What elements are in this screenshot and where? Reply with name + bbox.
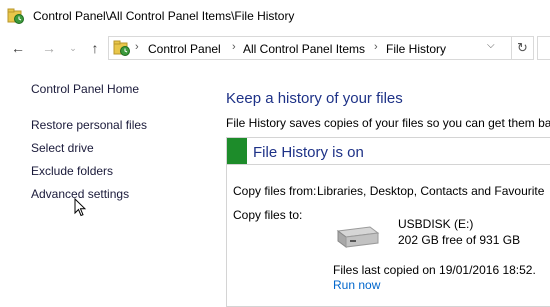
status-header: File History is on xyxy=(227,138,550,165)
search-input[interactable] xyxy=(537,36,550,60)
run-now-link[interactable]: Run now xyxy=(333,278,380,292)
breadcrumb-chevron-icon[interactable]: › xyxy=(232,41,236,53)
file-history-app-icon xyxy=(7,8,24,24)
refresh-icon[interactable]: ↻ xyxy=(512,36,534,60)
breadcrumb-all-items[interactable]: All Control Panel Items xyxy=(243,42,365,56)
breadcrumb-chevron-icon[interactable]: › xyxy=(374,41,378,53)
status-panel: File History is on Copy files from: Libr… xyxy=(226,137,550,307)
last-copied-text: Files last copied on 19/01/2016 18:52. xyxy=(333,263,536,277)
copy-from-label: Copy files from: xyxy=(233,184,317,198)
window-title: Control Panel\All Control Panel Items\Fi… xyxy=(33,9,295,23)
exclude-folders-link[interactable]: Exclude folders xyxy=(31,164,113,178)
page-heading: Keep a history of your files xyxy=(226,90,403,107)
control-panel-home-link[interactable]: Control Panel Home xyxy=(31,82,139,96)
drive-name: USBDISK (E:) xyxy=(398,217,474,231)
back-arrow-icon[interactable]: ← xyxy=(9,39,27,57)
address-bar[interactable]: › Control Panel › All Control Panel Item… xyxy=(108,36,512,60)
restore-personal-files-link[interactable]: Restore personal files xyxy=(31,118,147,132)
status-title: File History is on xyxy=(253,144,364,161)
page-description: File History saves copies of your files … xyxy=(226,116,550,130)
navigation-bar: ← → ⌄ ↑ › Control Panel › All Control Pa… xyxy=(0,33,550,63)
breadcrumb-file-history[interactable]: File History xyxy=(386,42,446,56)
recent-dropdown-icon[interactable]: ⌄ xyxy=(64,39,82,57)
forward-arrow-icon[interactable]: → xyxy=(40,39,58,57)
copy-from-value: Libraries, Desktop, Contacts and Favouri… xyxy=(317,184,545,198)
drive-free-space: 202 GB free of 931 GB xyxy=(398,233,521,247)
title-bar: Control Panel\All Control Panel Items\Fi… xyxy=(0,0,550,33)
breadcrumb-chevron-icon[interactable]: › xyxy=(135,41,139,53)
copy-to-label: Copy files to: xyxy=(233,208,303,222)
breadcrumb-control-panel[interactable]: Control Panel xyxy=(148,42,221,56)
status-on-indicator xyxy=(227,138,247,164)
file-history-small-icon xyxy=(113,40,130,56)
up-arrow-icon[interactable]: ↑ xyxy=(86,39,104,57)
mouse-cursor-icon xyxy=(74,198,86,217)
address-dropdown-icon[interactable]: ⌵ xyxy=(487,40,495,51)
usb-drive-icon xyxy=(336,226,380,248)
select-drive-link[interactable]: Select drive xyxy=(31,141,94,155)
